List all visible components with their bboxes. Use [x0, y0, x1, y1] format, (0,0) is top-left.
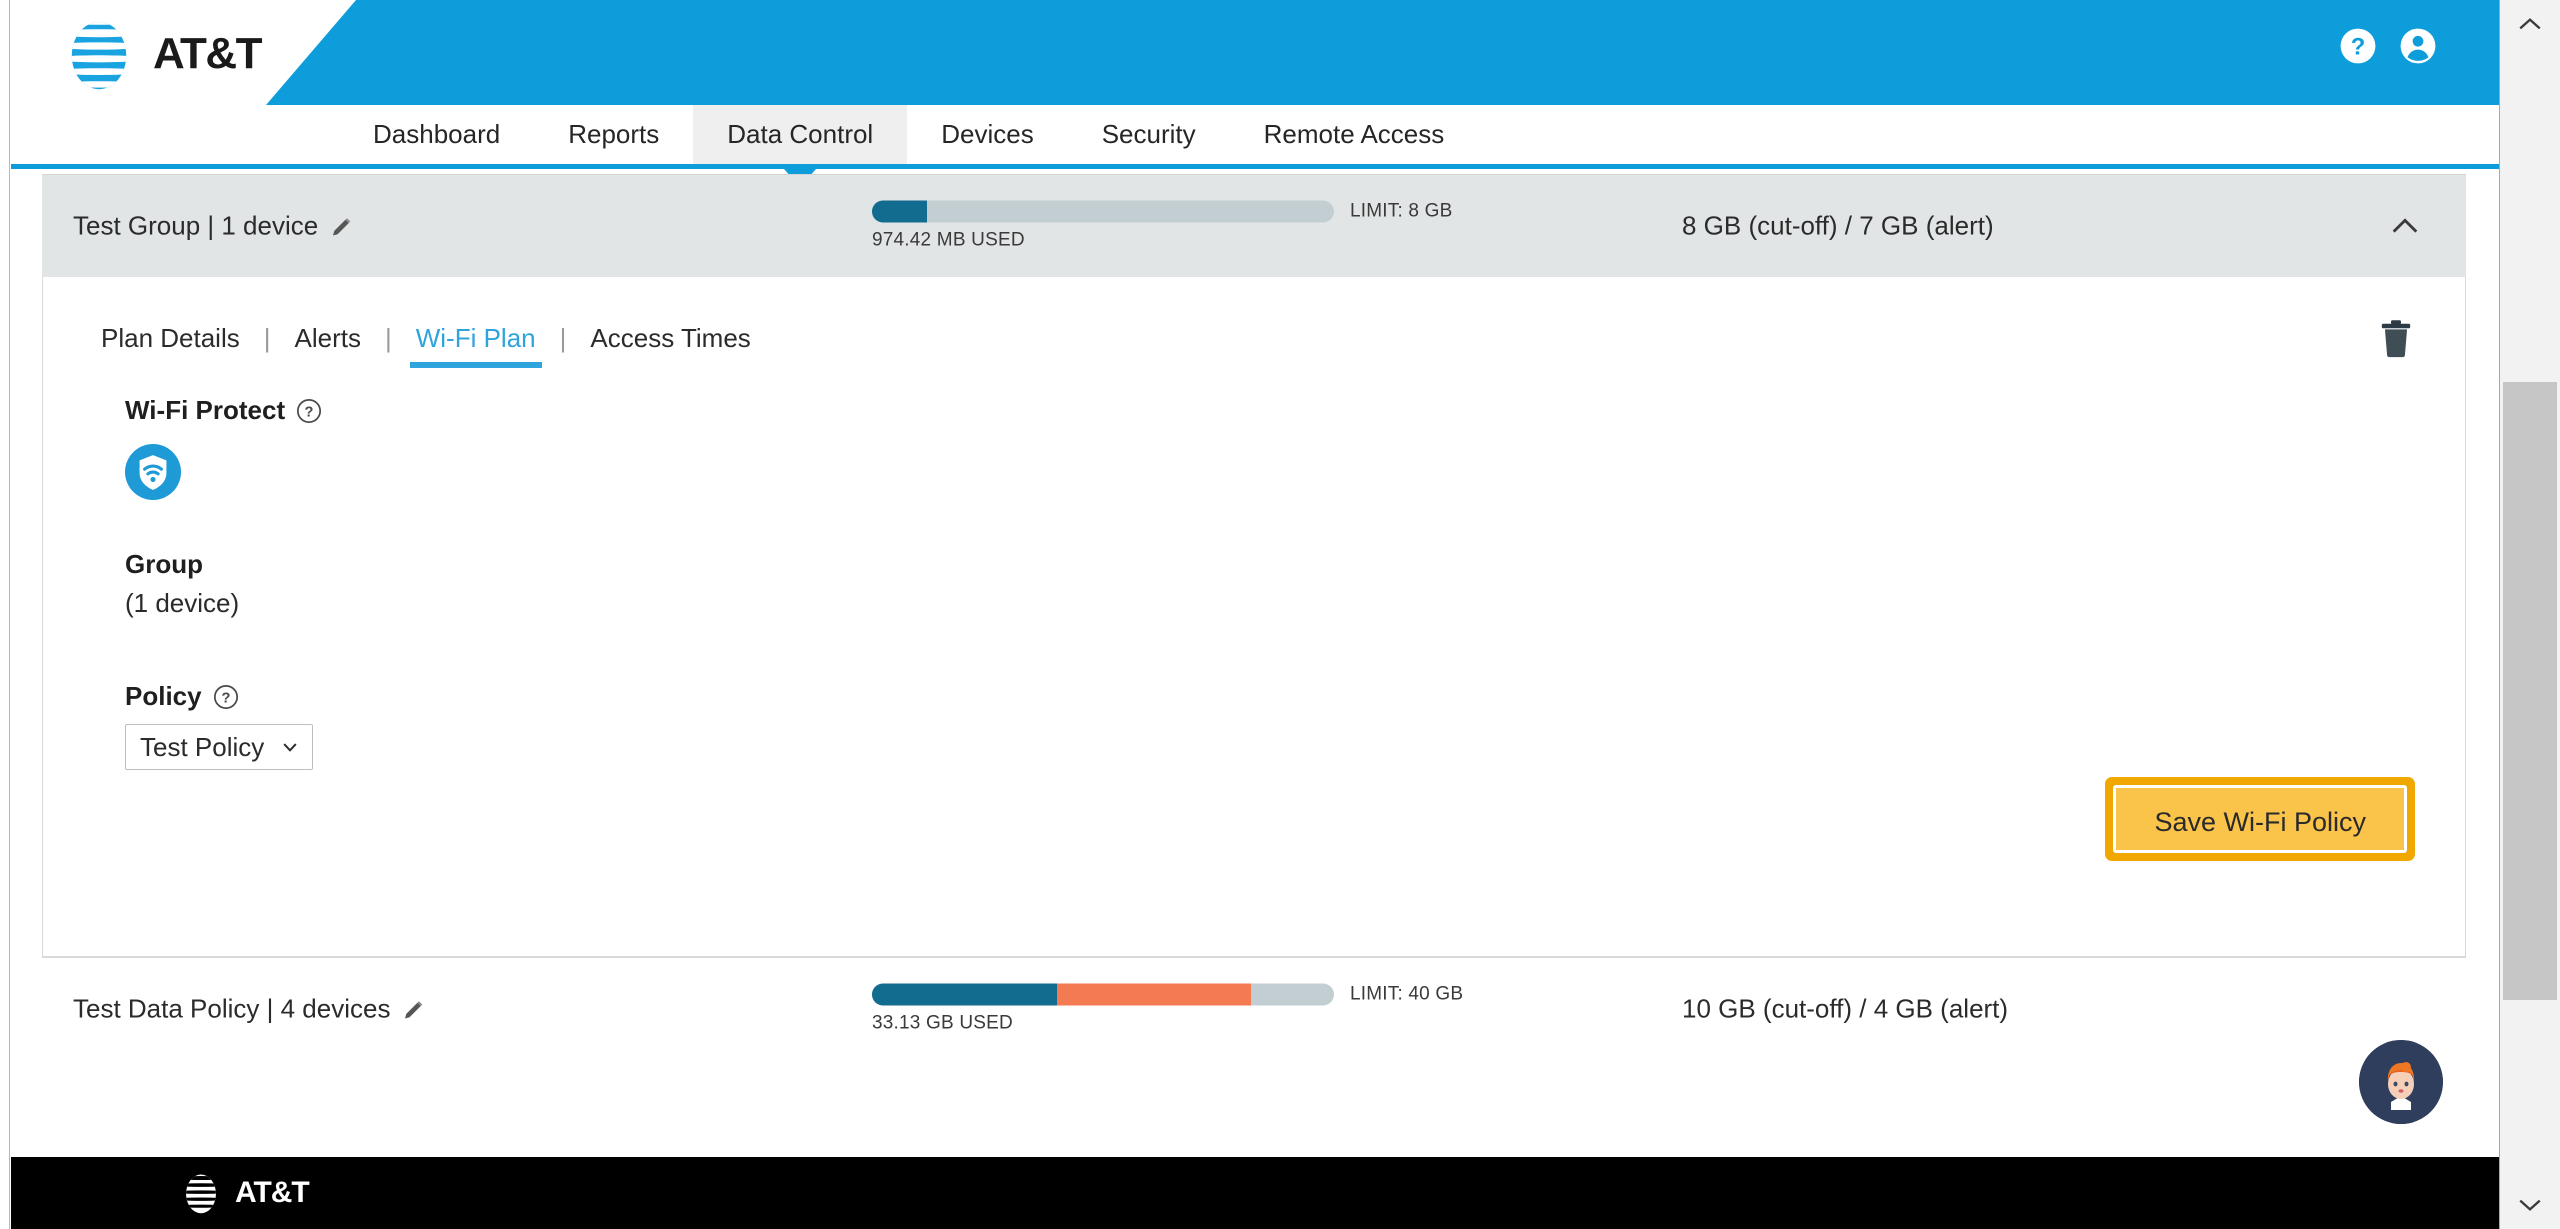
chevron-down-icon: [2519, 1199, 2541, 1211]
chevron-down-icon: [283, 743, 297, 752]
group-title: Test Data Policy | 4 devices: [73, 994, 426, 1025]
nav-item-data-control[interactable]: Data Control: [693, 105, 908, 187]
group-title-label: Test Data Policy | 4 devices: [73, 993, 391, 1024]
svg-text:?: ?: [305, 404, 314, 420]
save-button-focus-ring: Save Wi-Fi Policy: [2105, 777, 2415, 861]
chat-assistant-avatar[interactable]: [2359, 1040, 2443, 1124]
att-logo[interactable]: AT&T: [59, 14, 263, 94]
group-row-test-data-policy[interactable]: Test Data Policy | 4 devices LIMIT: 40 G…: [42, 957, 2466, 1060]
group-title-label: Test Group | 1 device: [73, 210, 319, 241]
policy-select[interactable]: Test Policy: [125, 724, 314, 770]
pencil-icon[interactable]: [402, 997, 426, 1021]
tab-separator: |: [384, 323, 392, 353]
scrollbar-thumb[interactable]: [2503, 382, 2557, 1000]
nav-label: Reports: [568, 119, 660, 149]
user-account-icon[interactable]: [2399, 27, 2437, 65]
header-actions: ?: [2339, 27, 2437, 65]
nav-item-security[interactable]: Security: [1068, 105, 1230, 164]
scrollbar-up-button[interactable]: [2500, 0, 2560, 48]
nav-label: Remote Access: [1263, 119, 1445, 149]
page-scrollbar[interactable]: [2499, 0, 2560, 1229]
tab-access-times[interactable]: Access Times: [584, 323, 756, 368]
chevron-up-icon: [2519, 18, 2541, 30]
group-field-label: Group: [125, 549, 203, 579]
usage-meter: LIMIT: 8 GB 974.42 MB USED: [872, 200, 1472, 252]
usage-bar-overage-segment: [1056, 983, 1251, 1006]
tab-wifi-plan[interactable]: Wi-Fi Plan: [409, 323, 542, 368]
wifi-plan-panel: Plan Details | Alerts | Wi-Fi Plan | Acc…: [42, 277, 2466, 957]
chevron-up-icon[interactable]: [2388, 209, 2422, 243]
tab-separator: |: [263, 323, 271, 353]
usage-limit-label: LIMIT: 8 GB: [1350, 200, 1453, 222]
pencil-icon[interactable]: [330, 214, 354, 238]
chat-avatar-illustration: [2359, 1040, 2443, 1124]
policy-field: Policy ? Test Policy: [125, 681, 314, 770]
svg-text:?: ?: [2351, 34, 2366, 61]
nav-item-devices[interactable]: Devices: [907, 105, 1067, 164]
nav-label: Data Control: [727, 119, 874, 149]
group-device-count: (1 device): [125, 588, 240, 618]
trash-icon[interactable]: [2379, 319, 2413, 359]
wifi-shield-icon[interactable]: [125, 444, 181, 500]
att-globe-icon: [71, 22, 127, 90]
usage-limit-label: LIMIT: 40 GB: [1350, 983, 1464, 1005]
page-left-border: [0, 0, 10, 1229]
nav-item-dashboard[interactable]: Dashboard: [339, 105, 534, 164]
wifi-protect-field: Wi-Fi Protect ?: [125, 395, 322, 500]
save-wifi-policy-button[interactable]: Save Wi-Fi Policy: [2113, 785, 2407, 853]
group-thresholds-label: 8 GB (cut-off) / 7 GB (alert): [1682, 210, 1994, 241]
group-field: Group (1 device): [125, 549, 239, 619]
att-wordmark: AT&T: [153, 29, 263, 78]
group-title: Test Group | 1 device: [73, 211, 354, 242]
data-control-content: Test Group | 1 device LIMIT: 8 GB 974.42…: [11, 174, 2499, 1114]
help-circle-icon[interactable]: ?: [296, 398, 322, 424]
nav-label: Devices: [941, 119, 1034, 149]
policy-select-value: Test Policy: [140, 731, 265, 762]
site-header: AT&T ?: [11, 0, 2499, 105]
nav-label: Dashboard: [373, 119, 501, 149]
tab-separator: |: [559, 323, 567, 353]
browser-viewport: AT&T ? Dashboard Reports Data Control De…: [0, 0, 2560, 1229]
policy-field-label-row: Policy ?: [125, 681, 313, 712]
nav-label: Security: [1101, 119, 1196, 149]
tab-label: Plan Details: [101, 323, 240, 353]
att-globe-icon: [186, 1174, 216, 1214]
help-circle-icon[interactable]: ?: [213, 684, 239, 710]
svg-text:?: ?: [221, 690, 230, 706]
usage-meter: LIMIT: 40 GB 33.13 GB USED: [872, 983, 1472, 1035]
help-circle-icon[interactable]: ?: [2339, 27, 2377, 65]
header-blue-banner: [266, 0, 2499, 105]
tab-plan-details[interactable]: Plan Details: [95, 323, 246, 368]
usage-progress-bar: [872, 983, 1334, 1006]
tab-alerts[interactable]: Alerts: [289, 323, 367, 368]
tab-label: Access Times: [590, 323, 751, 353]
group-thresholds-label: 10 GB (cut-off) / 4 GB (alert): [1682, 993, 2009, 1024]
tab-label: Alerts: [294, 323, 361, 353]
main-nav: Dashboard Reports Data Control Devices S…: [11, 105, 2499, 187]
att-wordmark: AT&T: [235, 1176, 310, 1209]
group-field-label-row: Group: [125, 549, 239, 580]
tab-label: Wi-Fi Plan: [415, 323, 536, 353]
usage-used-label: 974.42 MB USED: [872, 229, 1025, 251]
site-footer: AT&T: [11, 1157, 2499, 1229]
nav-item-reports[interactable]: Reports: [534, 105, 693, 164]
usage-used-label: 33.13 GB USED: [872, 1012, 1013, 1034]
page-root: AT&T ? Dashboard Reports Data Control De…: [11, 0, 2499, 1229]
nav-item-remote-access[interactable]: Remote Access: [1230, 105, 1479, 164]
usage-bar-used-segment: [872, 200, 928, 223]
scrollbar-down-button[interactable]: [2500, 1181, 2560, 1229]
panel-tabs: Plan Details | Alerts | Wi-Fi Plan | Acc…: [95, 323, 757, 368]
usage-progress-bar: [872, 200, 1334, 223]
group-row-test-group[interactable]: Test Group | 1 device LIMIT: 8 GB 974.42…: [42, 174, 2466, 277]
policy-field-label: Policy: [125, 681, 202, 711]
wifi-protect-label-row: Wi-Fi Protect ?: [125, 395, 322, 426]
usage-bar-used-segment: [872, 983, 1057, 1006]
wifi-protect-label: Wi-Fi Protect: [125, 395, 286, 425]
